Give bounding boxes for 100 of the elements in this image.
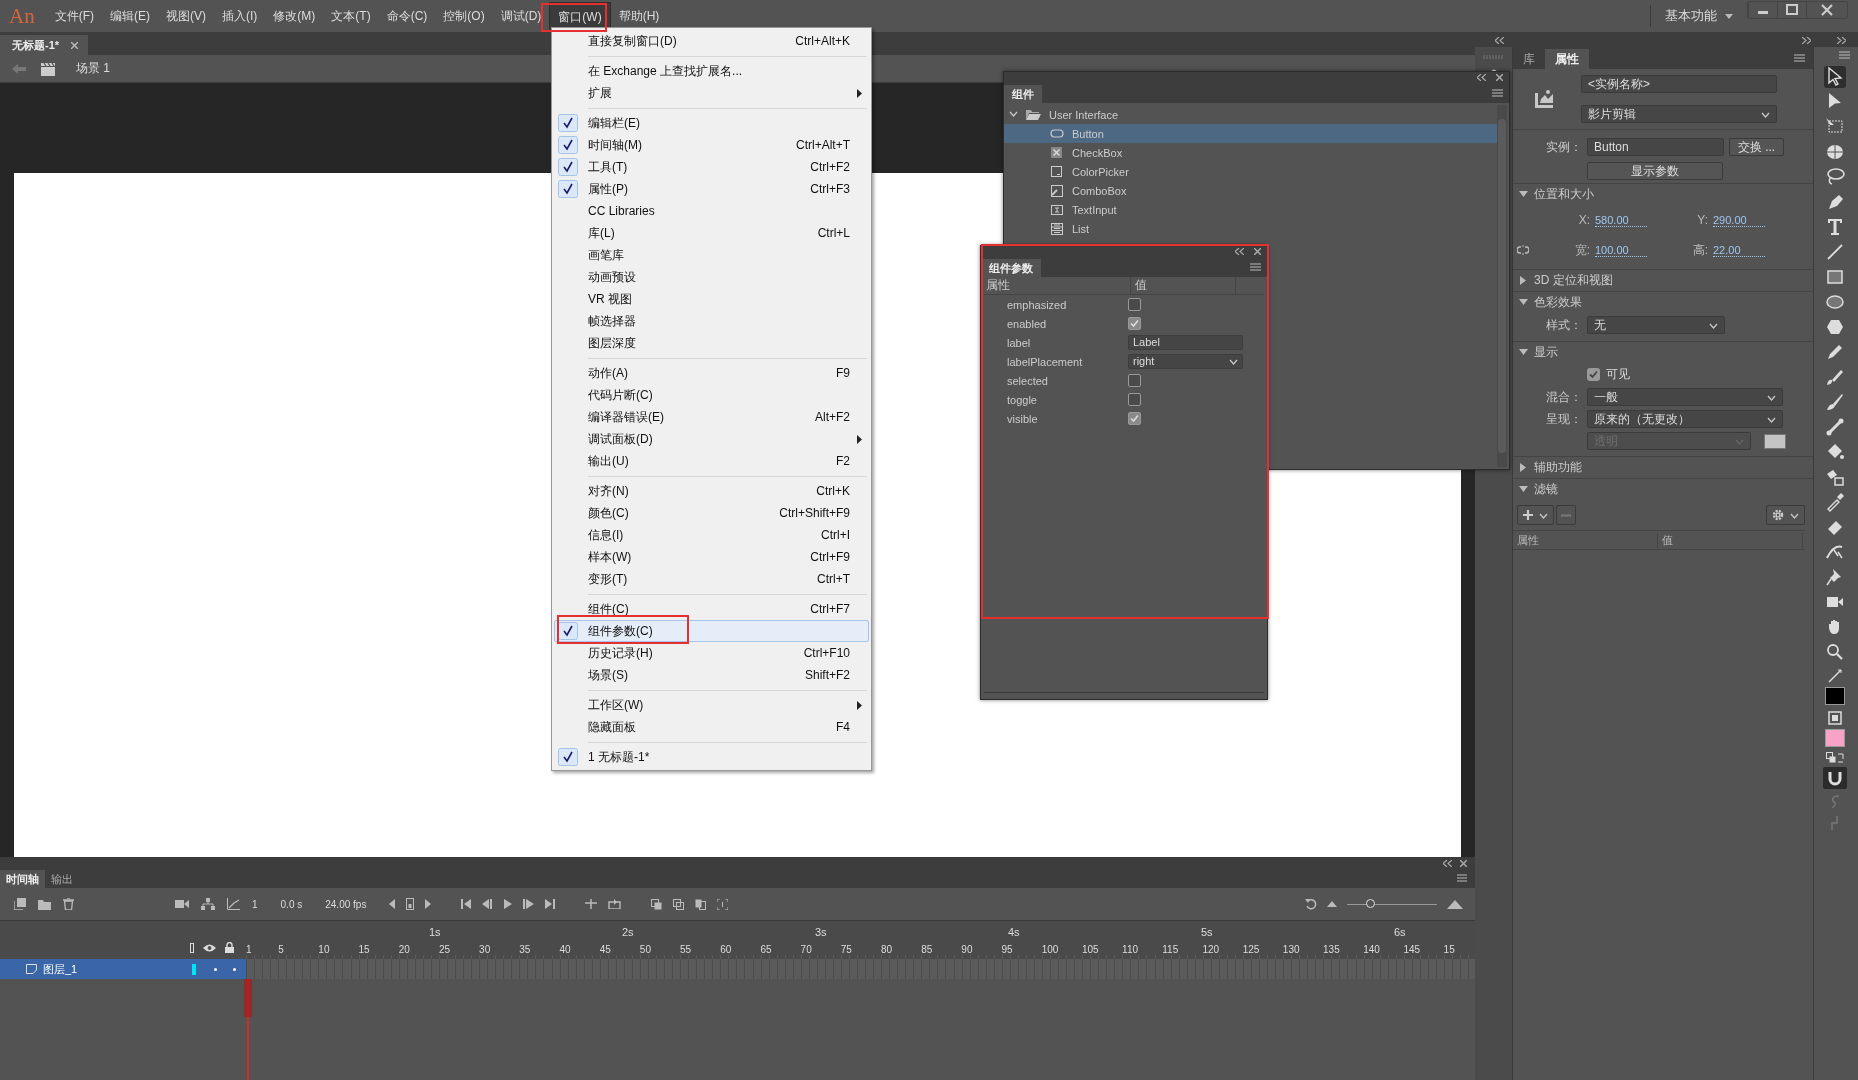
dot-icon[interactable]: [214, 967, 217, 971]
section-header[interactable]: 显示: [1513, 342, 1813, 363]
section-header[interactable]: 滤镜: [1513, 479, 1813, 500]
color-swatch[interactable]: [1764, 433, 1786, 449]
checkbox-checked[interactable]: [1128, 317, 1141, 330]
menu-item[interactable]: VR 视图: [554, 288, 869, 310]
last-frame-icon[interactable]: [545, 899, 556, 909]
lasso-icon[interactable]: [1824, 166, 1846, 188]
menu-item[interactable]: 组件(C) Ctrl+F7: [554, 598, 869, 620]
section-header[interactable]: 位置和大小: [1513, 184, 1813, 205]
menu-title[interactable]: 帮助(H): [610, 2, 668, 30]
step-back-icon[interactable]: [389, 899, 396, 909]
stroke-color-swatch[interactable]: [1825, 687, 1845, 705]
show-parameters-button[interactable]: 显示参数: [1587, 162, 1723, 180]
keyframe-icon[interactable]: [406, 898, 415, 910]
menu-item[interactable]: 帧选择器: [554, 310, 869, 332]
large-mountain-icon[interactable]: [1447, 899, 1463, 909]
small-mountain-icon[interactable]: [1327, 901, 1337, 907]
collapse-icon[interactable]: [1495, 36, 1504, 44]
edit-multiple-icon[interactable]: [695, 898, 707, 910]
workspace-switcher[interactable]: 基本功能: [1665, 7, 1717, 25]
visible-checkbox[interactable]: 可见: [1587, 366, 1630, 383]
tree-item[interactable]: Button: [1004, 124, 1497, 143]
reset-icon[interactable]: [1305, 898, 1317, 910]
snap-magnet-icon[interactable]: [1823, 767, 1847, 789]
loop-icon[interactable]: [608, 899, 622, 909]
previous-frame-icon[interactable]: [482, 899, 494, 909]
menu-item[interactable]: 动画预设: [554, 266, 869, 288]
panel-tab[interactable]: 组件参数: [981, 259, 1041, 277]
menu-title[interactable]: 命令(C): [378, 2, 436, 30]
frame-rate[interactable]: 24.00 fps: [325, 898, 367, 910]
bone-icon[interactable]: [1824, 416, 1846, 438]
panel-tab[interactable]: 组件: [1004, 85, 1042, 103]
text-field[interactable]: Label: [1128, 335, 1243, 350]
menu-item[interactable]: 扩展: [554, 82, 869, 104]
menu-item[interactable]: 历史记录(H) Ctrl+F10: [554, 642, 869, 664]
center-frame-icon[interactable]: [585, 899, 598, 909]
checkbox[interactable]: [1128, 374, 1141, 387]
style-dropdown[interactable]: 无: [1587, 316, 1725, 334]
expand-icon[interactable]: [1802, 36, 1811, 44]
panel-tab[interactable]: 时间轴: [0, 870, 45, 888]
collapse-icon[interactable]: [1235, 248, 1244, 255]
menu-item[interactable]: 调试面板(D): [554, 428, 869, 450]
onion-outline-icon[interactable]: [673, 898, 685, 910]
fill-color-swatch[interactable]: [1825, 729, 1845, 747]
tree-item[interactable]: TextInput: [1004, 200, 1497, 219]
symbol-type-dropdown[interactable]: 影片剪辑: [1581, 105, 1777, 123]
marker-range-icon[interactable]: [717, 898, 729, 910]
menu-item[interactable]: 工具(T) Ctrl+F2: [554, 156, 869, 178]
menu-item[interactable]: CC Libraries: [554, 200, 869, 222]
menu-title[interactable]: 插入(I): [214, 2, 266, 30]
instance-field[interactable]: Button: [1587, 138, 1724, 156]
numeric-value[interactable]: 290.00: [1713, 213, 1765, 227]
menu-item[interactable]: 对齐(N) Ctrl+K: [554, 480, 869, 502]
menu-item[interactable]: 编译器错误(E) Alt+F2: [554, 406, 869, 428]
panel-tab[interactable]: 输出: [45, 870, 79, 888]
menu-item[interactable]: 1 无标题-1*: [554, 746, 869, 768]
swap-button[interactable]: 交换 ...: [1729, 138, 1784, 156]
menu-item[interactable]: 隐藏面板 F4: [554, 716, 869, 738]
next-frame-icon[interactable]: [523, 899, 535, 909]
remove-filter-button[interactable]: [1556, 505, 1576, 525]
elapsed-time[interactable]: 0.0 s: [280, 898, 303, 910]
layer-color-swatch[interactable]: [192, 963, 196, 975]
panel-tab[interactable]: 属性: [1545, 49, 1589, 69]
menu-item[interactable]: 颜色(C) Ctrl+Shift+F9: [554, 502, 869, 524]
section-header[interactable]: 3D 定位和视图: [1513, 270, 1813, 291]
section-header[interactable]: 辅助功能: [1513, 457, 1813, 478]
add-filter-button[interactable]: [1517, 505, 1554, 525]
document-tab[interactable]: 无标题-1*: [0, 35, 89, 55]
scrollbar[interactable]: [1497, 105, 1507, 467]
tree-item[interactable]: CheckBox: [1004, 143, 1497, 162]
play-icon[interactable]: [504, 899, 513, 909]
close-icon[interactable]: [1460, 859, 1467, 867]
dot-icon[interactable]: [233, 967, 236, 971]
menu-item[interactable]: 组件参数(C): [554, 620, 869, 642]
menu-title[interactable]: 视图(V): [158, 2, 214, 30]
collapse-icon[interactable]: [1443, 859, 1452, 867]
menu-title[interactable]: 编辑(E): [102, 2, 158, 30]
tree-folder[interactable]: User Interface: [1004, 105, 1497, 124]
instance-name-field[interactable]: <实例名称>: [1581, 75, 1777, 93]
menu-item[interactable]: 图层深度: [554, 332, 869, 354]
menu-item[interactable]: 画笔库: [554, 244, 869, 266]
close-icon[interactable]: [1496, 74, 1503, 81]
menu-item[interactable]: 编辑栏(E): [554, 112, 869, 134]
menu-icon[interactable]: [1250, 263, 1261, 271]
menu-icon[interactable]: [1794, 54, 1805, 62]
tree-item[interactable]: ComboBox: [1004, 181, 1497, 200]
checkbox-checked[interactable]: [1128, 412, 1141, 425]
menu-title[interactable]: 修改(M): [265, 2, 324, 30]
numeric-value[interactable]: 580.00: [1595, 213, 1647, 227]
selection-tool-icon[interactable]: [1824, 66, 1846, 88]
checkbox[interactable]: [1128, 298, 1141, 311]
outline-icon[interactable]: [190, 942, 194, 953]
menu-item[interactable]: 库(L) Ctrl+L: [554, 222, 869, 244]
hierarchy-icon[interactable]: [201, 898, 215, 910]
current-frame[interactable]: 1: [252, 898, 258, 910]
render-dropdown[interactable]: 原来的（无更改）: [1587, 410, 1783, 428]
menu-item[interactable]: 时间轴(M) Ctrl+Alt+T: [554, 134, 869, 156]
blend-dropdown[interactable]: 一般: [1587, 388, 1783, 406]
brush-icon[interactable]: [1824, 391, 1846, 413]
